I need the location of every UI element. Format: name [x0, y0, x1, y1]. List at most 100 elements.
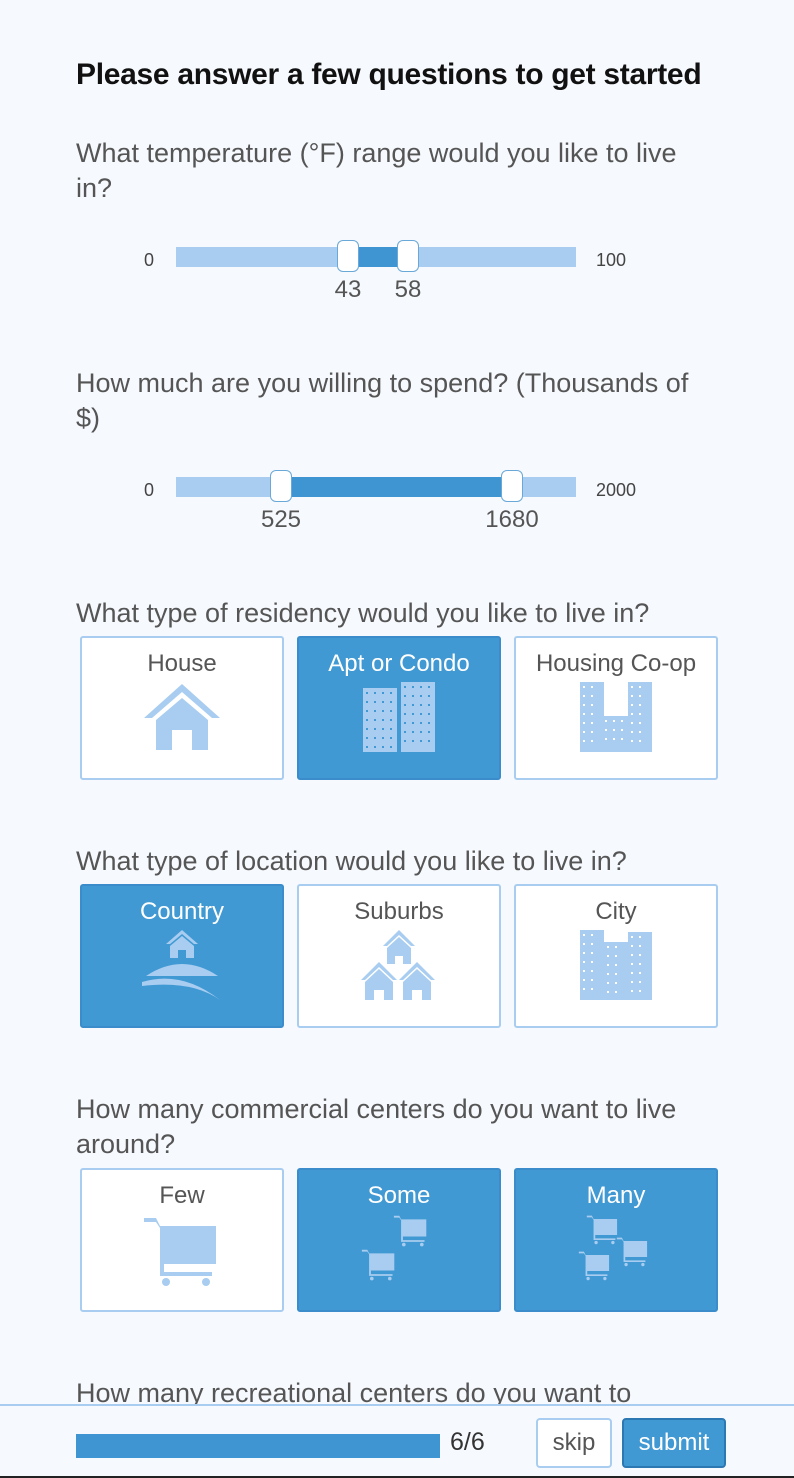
budget-range-slider[interactable]: 0 525 1680 2000 — [140, 470, 660, 534]
window-mark — [639, 936, 641, 938]
commercial-option-many[interactable]: Many — [514, 1168, 718, 1312]
window-mark — [631, 936, 633, 938]
window-mark — [631, 713, 633, 715]
budget-max-label: 2000 — [596, 480, 637, 500]
window-mark — [621, 738, 623, 740]
window-mark — [631, 740, 633, 742]
window-mark — [420, 713, 422, 715]
window-mark — [639, 722, 641, 724]
location-option-city[interactable]: City — [514, 884, 718, 1028]
window-mark — [615, 991, 617, 993]
window-mark — [382, 710, 384, 712]
window-mark — [591, 704, 593, 706]
window-mark — [607, 964, 609, 966]
window-mark — [583, 943, 585, 945]
window-mark — [631, 954, 633, 956]
residency-option-housing-co-op[interactable]: Housing Co-op — [514, 636, 718, 780]
window-mark — [583, 686, 585, 688]
option-label: Housing Co-op — [535, 650, 697, 677]
window-mark — [631, 963, 633, 965]
location-question: What type of location would you like to … — [76, 846, 627, 876]
window-mark — [412, 722, 414, 724]
co-op-building-icon — [580, 682, 652, 752]
window-mark — [615, 955, 617, 957]
location-option-country[interactable]: Country — [80, 884, 284, 1028]
house-icon — [144, 684, 220, 750]
submit-button[interactable]: submit — [622, 1418, 726, 1468]
window-mark — [404, 704, 406, 706]
window-mark — [412, 695, 414, 697]
window-mark — [390, 737, 392, 739]
window-mark — [613, 720, 615, 722]
window-mark — [382, 746, 384, 748]
residency-option-apt-or-condo[interactable]: Apt or Condo — [297, 636, 501, 780]
window-mark — [639, 972, 641, 974]
window-mark — [374, 746, 376, 748]
option-label: Some — [367, 1182, 431, 1209]
temperature-min-label: 0 — [144, 250, 155, 270]
window-mark — [583, 952, 585, 954]
window-mark — [607, 982, 609, 984]
budget-low-value: 525 — [260, 506, 302, 533]
window-mark — [591, 970, 593, 972]
budget-high-handle[interactable] — [501, 470, 523, 502]
temperature-max-label: 100 — [596, 250, 627, 270]
city-buildings-icon — [580, 930, 652, 1000]
location-option-suburbs[interactable]: Suburbs — [297, 884, 501, 1028]
residency-question: What type of residency would you like to… — [76, 598, 650, 628]
temperature-high-handle[interactable] — [397, 240, 419, 272]
window-mark — [607, 973, 609, 975]
window-mark — [420, 695, 422, 697]
window-mark — [412, 731, 414, 733]
window-mark — [639, 990, 641, 992]
window-mark — [621, 720, 623, 722]
window-mark — [382, 692, 384, 694]
residency-option-house[interactable]: House — [80, 636, 284, 780]
window-mark — [404, 713, 406, 715]
window-mark — [420, 704, 422, 706]
window-mark — [404, 686, 406, 688]
option-label: City — [595, 898, 637, 925]
temperature-high-value: 58 — [394, 276, 422, 303]
window-mark — [605, 738, 607, 740]
window-mark — [639, 731, 641, 733]
window-mark — [613, 738, 615, 740]
window-mark — [374, 728, 376, 730]
window-mark — [639, 981, 641, 983]
window-mark — [583, 722, 585, 724]
window-mark — [583, 731, 585, 733]
apartment-icon — [363, 682, 435, 752]
window-mark — [404, 722, 406, 724]
commercial-question: How many commercial centers do you want … — [76, 1094, 677, 1159]
window-mark — [621, 729, 623, 731]
location-options: Country Suburbs City — [80, 884, 718, 1028]
option-label: Many — [586, 1182, 646, 1209]
two-carts-icon — [361, 1215, 427, 1281]
budget-low-handle[interactable] — [270, 470, 292, 502]
window-mark — [583, 695, 585, 697]
window-mark — [390, 692, 392, 694]
window-mark — [390, 719, 392, 721]
window-mark — [366, 728, 368, 730]
commercial-option-few[interactable]: Few — [80, 1168, 284, 1312]
budget-slider-fill — [281, 477, 512, 497]
commercial-option-some[interactable]: Some — [297, 1168, 501, 1312]
window-mark — [591, 961, 593, 963]
window-mark — [374, 692, 376, 694]
window-mark — [583, 713, 585, 715]
questionnaire-page: Please answer a few questions to get sta… — [0, 0, 794, 1478]
window-mark — [420, 722, 422, 724]
skip-button[interactable]: skip — [536, 1418, 612, 1468]
temperature-low-handle[interactable] — [337, 240, 359, 272]
temperature-range-slider[interactable]: 0 43 58 100 — [140, 240, 660, 304]
window-mark — [366, 737, 368, 739]
residency-options: House Apt or Condo Housing Co-op — [80, 636, 718, 780]
window-mark — [607, 991, 609, 993]
window-mark — [615, 964, 617, 966]
temperature-low-value: 43 — [334, 276, 362, 303]
progress-count: 6/6 — [450, 1428, 485, 1456]
window-mark — [412, 704, 414, 706]
option-label: Few — [159, 1182, 205, 1209]
window-mark — [428, 722, 430, 724]
window-mark — [591, 731, 593, 733]
